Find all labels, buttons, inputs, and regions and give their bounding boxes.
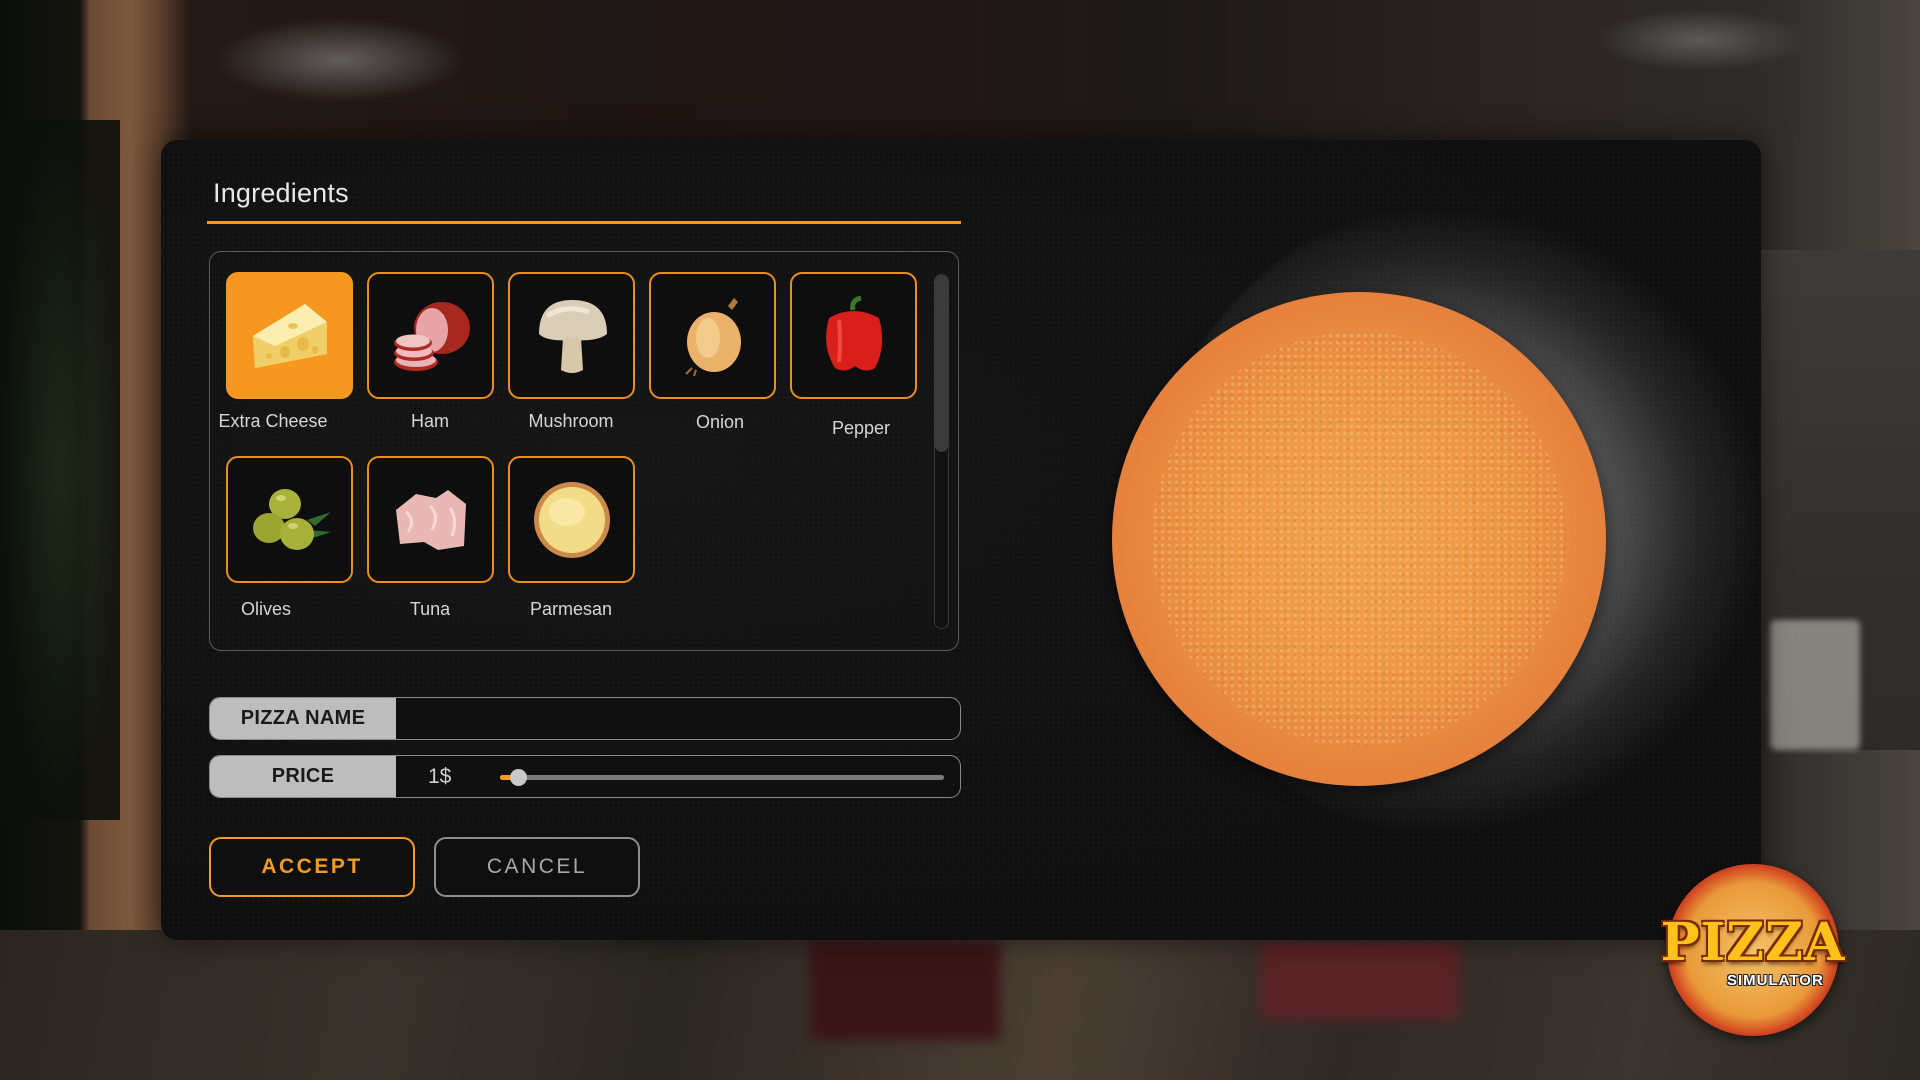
parmesan-icon (533, 481, 610, 558)
background-cups (1770, 620, 1860, 750)
pizza-name-label: PIZZA NAME (210, 698, 396, 739)
background-chair (810, 940, 1000, 1040)
pizza-name-input[interactable] (396, 698, 960, 739)
ingredient-tile-tuna[interactable] (367, 456, 494, 583)
ingredient-tile-pepper[interactable] (790, 272, 917, 399)
ingredient-label: Onion (695, 412, 745, 432)
price-row: PRICE 1$ (209, 755, 961, 798)
ingredients-scrollbar[interactable] (934, 274, 949, 629)
ingredients-grid: Extra Cheese Ham Mushroom Onion Pepper O… (209, 251, 959, 651)
ingredient-label: Tuna (409, 599, 451, 619)
background-chair (1260, 940, 1460, 1020)
ingredient-tile-extra-cheese[interactable] (226, 272, 353, 399)
ingredient-tile-ham[interactable] (367, 272, 494, 399)
ingredient-label: Parmesan (529, 599, 613, 619)
price-slider[interactable] (500, 769, 944, 786)
onion-icon (684, 297, 741, 376)
ingredient-label: Ham (410, 411, 449, 431)
ingredient-tile-onion[interactable] (649, 272, 776, 399)
pizza-preview (1001, 140, 1761, 940)
ham-icon (393, 301, 470, 371)
ingredients-title: Ingredients (213, 178, 349, 208)
ingredient-label: Mushroom (528, 411, 614, 431)
ingredient-label: Extra Cheese (218, 411, 328, 431)
pizza-name-row: PIZZA NAME (209, 697, 961, 740)
ingredient-tile-olives[interactable] (226, 456, 353, 583)
background-plant (0, 120, 120, 820)
title-underline (207, 221, 961, 224)
pizza-simulator-logo: PIZZA SIMULATOR (1661, 864, 1844, 1036)
mushroom-icon (538, 299, 607, 373)
ingredient-label: Olives (240, 599, 291, 619)
scrollbar-thumb[interactable] (935, 275, 948, 452)
cancel-button[interactable]: CANCEL (434, 837, 640, 897)
logo-title: PIZZA (1660, 912, 1846, 973)
ingredient-tile-mushroom[interactable] (508, 272, 635, 399)
ingredient-tile-parmesan[interactable] (508, 456, 635, 583)
price-label: PRICE (210, 756, 396, 797)
logo-subtitle: SIMULATOR (1727, 972, 1824, 989)
ingredient-label: Pepper (831, 418, 891, 438)
cheese-icon (252, 303, 327, 368)
tuna-icon (395, 489, 466, 550)
pizza-preview-image (1112, 292, 1606, 786)
pizza-creator-dialog: Ingredients Extra Cheese Ham Mushroom On… (161, 140, 1761, 940)
pizza-cheese-texture (1152, 332, 1566, 746)
olives-icon (252, 488, 331, 550)
price-slider-thumb[interactable] (509, 769, 527, 786)
price-value: 1$ (428, 764, 452, 788)
pepper-icon (825, 295, 882, 371)
accept-button[interactable]: ACCEPT (209, 837, 415, 897)
